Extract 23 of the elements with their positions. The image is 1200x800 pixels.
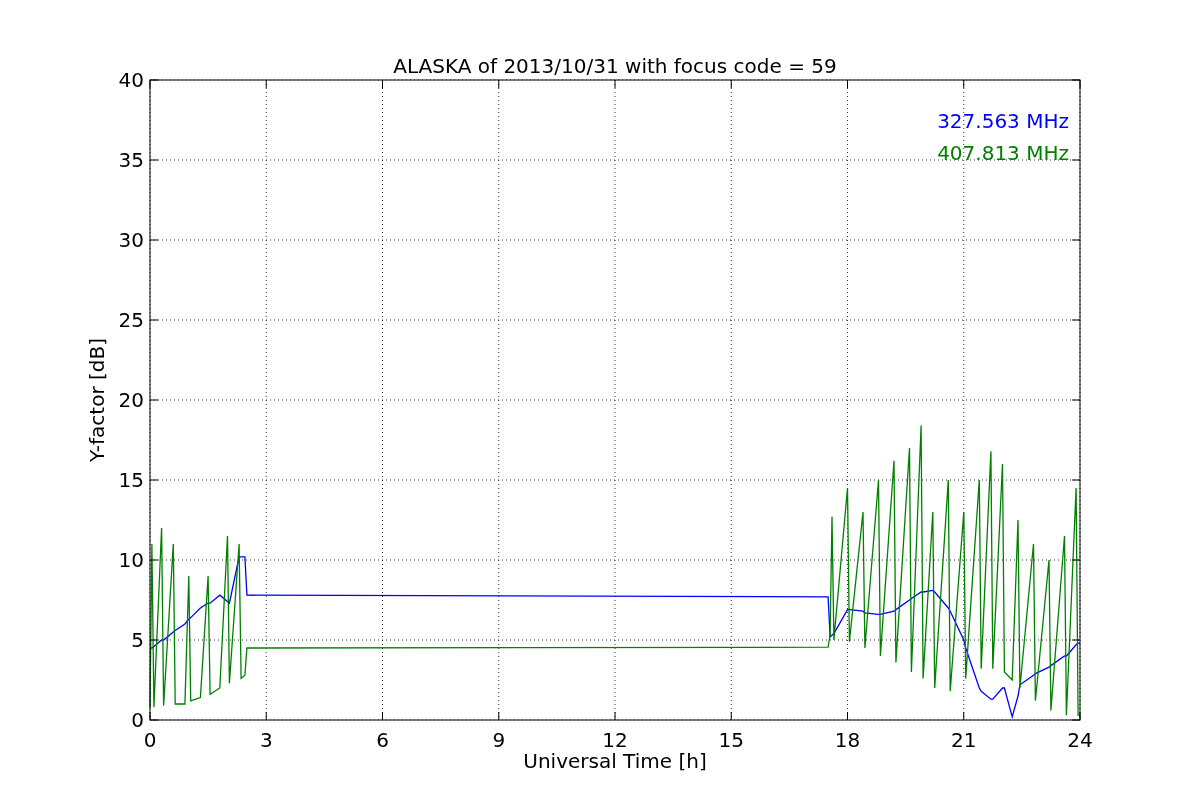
axis-label: Y-factor [dB]: [85, 338, 109, 462]
tick-label: 18: [834, 728, 861, 752]
chart-title: ALASKA of 2013/10/31 with focus code = 59: [393, 54, 837, 78]
tick-label: 5: [131, 628, 144, 652]
tick-label: 10: [118, 548, 144, 572]
tick-label: 12: [602, 728, 628, 752]
tick-label: 6: [376, 728, 389, 752]
tick-label: 15: [718, 728, 744, 752]
tick-label: 30: [118, 228, 144, 252]
tick-label: 20: [118, 388, 144, 412]
tick-label: 3: [259, 728, 273, 752]
tick-label: 24: [1067, 728, 1093, 752]
tick-label: 15: [118, 468, 144, 492]
legend-label: 407.813 MHz: [937, 141, 1069, 165]
tick-label: 0: [131, 708, 144, 732]
tick-label: 35: [118, 148, 144, 172]
tick-label: 9: [492, 728, 506, 752]
tick-label: 0: [143, 728, 157, 752]
axis-label: Universal Time [h]: [523, 749, 707, 773]
tick-label: 21: [951, 728, 977, 752]
tick-label: 40: [118, 68, 144, 92]
tick-label: 25: [118, 308, 144, 332]
legend-label: 327.563 MHz: [937, 109, 1069, 133]
